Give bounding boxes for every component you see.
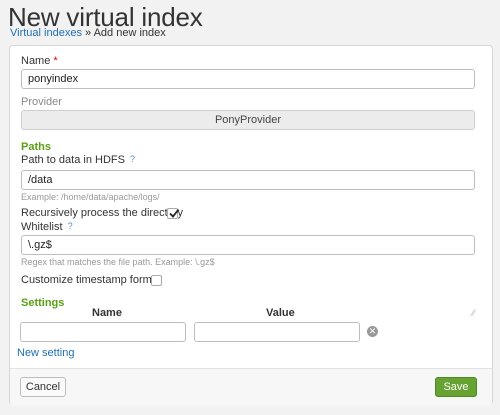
breadcrumb: Virtual indexes » Add new index [10, 27, 166, 39]
settings-name-header: Name [92, 307, 122, 319]
provider-button[interactable]: PonyProvider [21, 110, 475, 130]
name-input[interactable] [21, 69, 475, 89]
recursive-label: Recursively process the directory [21, 207, 184, 219]
whitelist-hint: Regex that matches the file path. Exampl… [21, 257, 215, 267]
whitelist-input[interactable] [21, 235, 475, 255]
settings-section-title: Settings [21, 297, 65, 309]
path-to-data-label-text: Path to data in HDFS [21, 154, 125, 166]
breadcrumb-separator: » [85, 27, 92, 39]
resize-grip-icon: ⁄⁄ [472, 308, 476, 318]
breadcrumb-current: Add new index [93, 27, 166, 39]
required-marker: * [53, 55, 58, 67]
save-button[interactable]: Save [435, 377, 477, 397]
whitelist-label: Whitelist ? [21, 221, 73, 233]
remove-circle-icon[interactable]: ✕ [367, 326, 378, 337]
path-example-hint: Example: /home/data/apache/logs/ [21, 192, 160, 202]
timestamp-checkbox[interactable] [151, 275, 162, 286]
recursive-checkbox[interactable] [167, 208, 180, 219]
settings-value-header: Value [266, 307, 295, 319]
path-to-data-input[interactable] [21, 170, 475, 190]
breadcrumb-link-virtual-indexes[interactable]: Virtual indexes [10, 27, 82, 39]
paths-section-title: Paths [21, 141, 51, 153]
question-mark-icon[interactable]: ? [68, 221, 73, 231]
name-label: Name * [21, 55, 58, 67]
form-footer: Cancel Save [10, 368, 492, 406]
checkmark-icon [169, 208, 180, 218]
setting-value-input[interactable] [194, 322, 360, 342]
timestamp-label: Customize timestamp format [21, 274, 161, 286]
name-label-text: Name [21, 55, 51, 67]
setting-name-input[interactable] [20, 322, 186, 342]
form-panel: Name * Provider PonyProvider Paths Path … [9, 45, 493, 406]
path-to-data-label: Path to data in HDFS ? [21, 154, 135, 166]
provider-label: Provider [21, 96, 62, 108]
new-setting-link[interactable]: New setting [17, 347, 74, 359]
question-mark-icon[interactable]: ? [130, 154, 135, 164]
cancel-button[interactable]: Cancel [20, 377, 66, 397]
whitelist-label-text: Whitelist [21, 221, 63, 233]
